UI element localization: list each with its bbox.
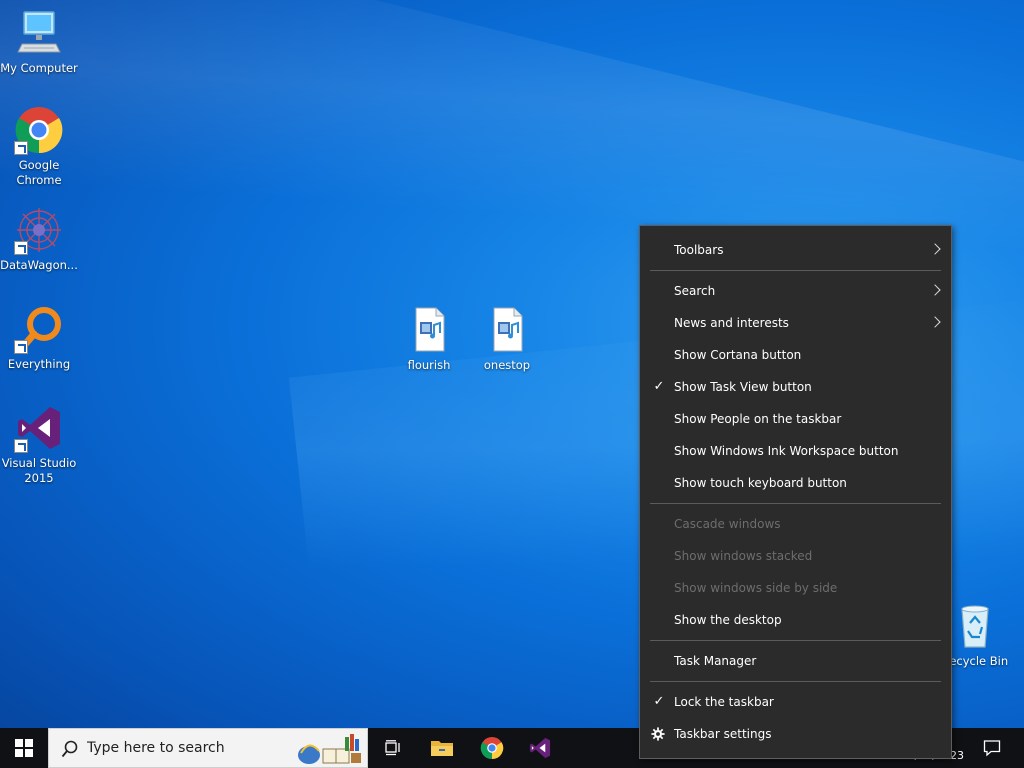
recycle-bin-icon bbox=[950, 601, 1000, 651]
menu-item-taskbar-settings[interactable]: Taskbar settings bbox=[640, 718, 951, 750]
datawagon-icon bbox=[14, 205, 64, 255]
notification-icon bbox=[983, 740, 1001, 757]
menu-item-lock-the-taskbar[interactable]: ✓ Lock the taskbar bbox=[640, 686, 951, 718]
menu-item-news-and-interests[interactable]: News and interests bbox=[640, 307, 951, 339]
task-view-button[interactable] bbox=[372, 728, 412, 768]
shortcut-arrow-icon bbox=[14, 340, 28, 354]
menu-item-show-task-view-button[interactable]: ✓ Show Task View button bbox=[640, 371, 951, 403]
menu-separator bbox=[650, 681, 941, 682]
menu-item-show-windows-side-by-side: Show windows side by side bbox=[640, 572, 951, 604]
desktop-icon-visual-studio[interactable]: Visual Studio 2015 bbox=[0, 403, 78, 486]
chevron-right-icon bbox=[929, 284, 941, 296]
file-explorer-icon bbox=[431, 741, 453, 756]
shortcut-arrow-icon bbox=[14, 141, 28, 155]
menu-item-label: Show Cortana button bbox=[674, 348, 802, 362]
menu-separator bbox=[650, 640, 941, 641]
desktop-icon-label: My Computer bbox=[0, 61, 78, 75]
menu-item-label: Cascade windows bbox=[674, 517, 781, 531]
taskbar-context-menu: Toolbars Search News and interests Show … bbox=[639, 225, 952, 759]
gear-icon bbox=[651, 727, 665, 741]
desktop-icon-my-computer[interactable]: My Computer bbox=[0, 8, 78, 76]
menu-item-cascade-windows: Cascade windows bbox=[640, 508, 951, 540]
menu-item-label: News and interests bbox=[674, 316, 789, 330]
task-view-icon bbox=[385, 740, 400, 756]
taskbar-chrome[interactable] bbox=[472, 728, 512, 768]
chevron-right-icon bbox=[929, 316, 941, 328]
menu-item-label: Show the desktop bbox=[674, 613, 782, 627]
checkmark-icon: ✓ bbox=[653, 379, 665, 394]
menu-item-show-people[interactable]: Show People on the taskbar bbox=[640, 403, 951, 435]
desktop-icon-label: onestop bbox=[483, 358, 531, 372]
taskbar-visual-studio[interactable] bbox=[520, 728, 560, 768]
menu-item-label: Show windows side by side bbox=[674, 581, 838, 595]
menu-item-label: Show Windows Ink Workspace button bbox=[674, 444, 899, 458]
menu-item-label: Lock the taskbar bbox=[674, 695, 774, 709]
media-file-icon bbox=[482, 305, 532, 355]
menu-item-show-touch-keyboard[interactable]: Show touch keyboard button bbox=[640, 467, 951, 499]
windows-logo-icon bbox=[15, 739, 33, 757]
visual-studio-icon bbox=[529, 737, 551, 759]
media-file-icon bbox=[404, 305, 454, 355]
menu-item-label: Show windows stacked bbox=[674, 549, 813, 563]
menu-item-toolbars[interactable]: Toolbars bbox=[640, 234, 951, 266]
start-button[interactable] bbox=[0, 728, 48, 768]
shortcut-arrow-icon bbox=[14, 241, 28, 255]
menu-item-show-windows-ink[interactable]: Show Windows Ink Workspace button bbox=[640, 435, 951, 467]
menu-item-search[interactable]: Search bbox=[640, 275, 951, 307]
desktop-icon-everything[interactable]: Everything bbox=[0, 304, 78, 372]
menu-item-task-manager[interactable]: Task Manager bbox=[640, 645, 951, 677]
chevron-right-icon bbox=[929, 243, 941, 255]
taskbar-search-box[interactable] bbox=[48, 728, 368, 768]
menu-item-label: Show Task View button bbox=[674, 380, 812, 394]
menu-item-label: Toolbars bbox=[674, 243, 724, 257]
desktop-icon-google-chrome[interactable]: Google Chrome bbox=[0, 105, 78, 188]
desktop-icon-label: DataWagon... bbox=[0, 258, 78, 272]
menu-item-label: Show People on the taskbar bbox=[674, 412, 842, 426]
everything-search-icon bbox=[14, 304, 64, 354]
menu-item-show-the-desktop[interactable]: Show the desktop bbox=[640, 604, 951, 636]
taskbar-file-explorer[interactable] bbox=[422, 728, 462, 768]
desktop-icon-label: flourish bbox=[407, 358, 451, 372]
action-center-button[interactable] bbox=[972, 728, 1012, 768]
search-highlight-icon bbox=[298, 734, 361, 764]
search-input[interactable] bbox=[87, 737, 297, 759]
menu-item-show-cortana-button[interactable]: Show Cortana button bbox=[640, 339, 951, 371]
search-icon bbox=[61, 740, 78, 758]
shortcut-arrow-icon bbox=[14, 439, 28, 453]
menu-item-label: Search bbox=[674, 284, 716, 298]
desktop-icon-datawagon[interactable]: DataWagon... bbox=[0, 205, 78, 273]
menu-separator bbox=[650, 270, 941, 271]
desktop-icon-label: Visual Studio 2015 bbox=[1, 456, 77, 485]
menu-separator bbox=[650, 503, 941, 504]
desktop-icon-onestop[interactable]: onestop bbox=[468, 305, 546, 373]
desktop-icon-label: Google Chrome bbox=[16, 158, 62, 187]
checkmark-icon: ✓ bbox=[653, 694, 665, 709]
computer-icon bbox=[14, 8, 64, 58]
visual-studio-icon bbox=[14, 403, 64, 453]
menu-item-label: Show touch keyboard button bbox=[674, 476, 847, 490]
menu-item-label: Task Manager bbox=[674, 654, 757, 668]
chrome-icon bbox=[480, 736, 504, 760]
desktop-icon-flourish[interactable]: flourish bbox=[390, 305, 468, 373]
menu-item-show-windows-stacked: Show windows stacked bbox=[640, 540, 951, 572]
chrome-icon bbox=[14, 105, 64, 155]
menu-item-label: Taskbar settings bbox=[674, 727, 772, 741]
desktop-icon-label: Everything bbox=[7, 357, 71, 371]
